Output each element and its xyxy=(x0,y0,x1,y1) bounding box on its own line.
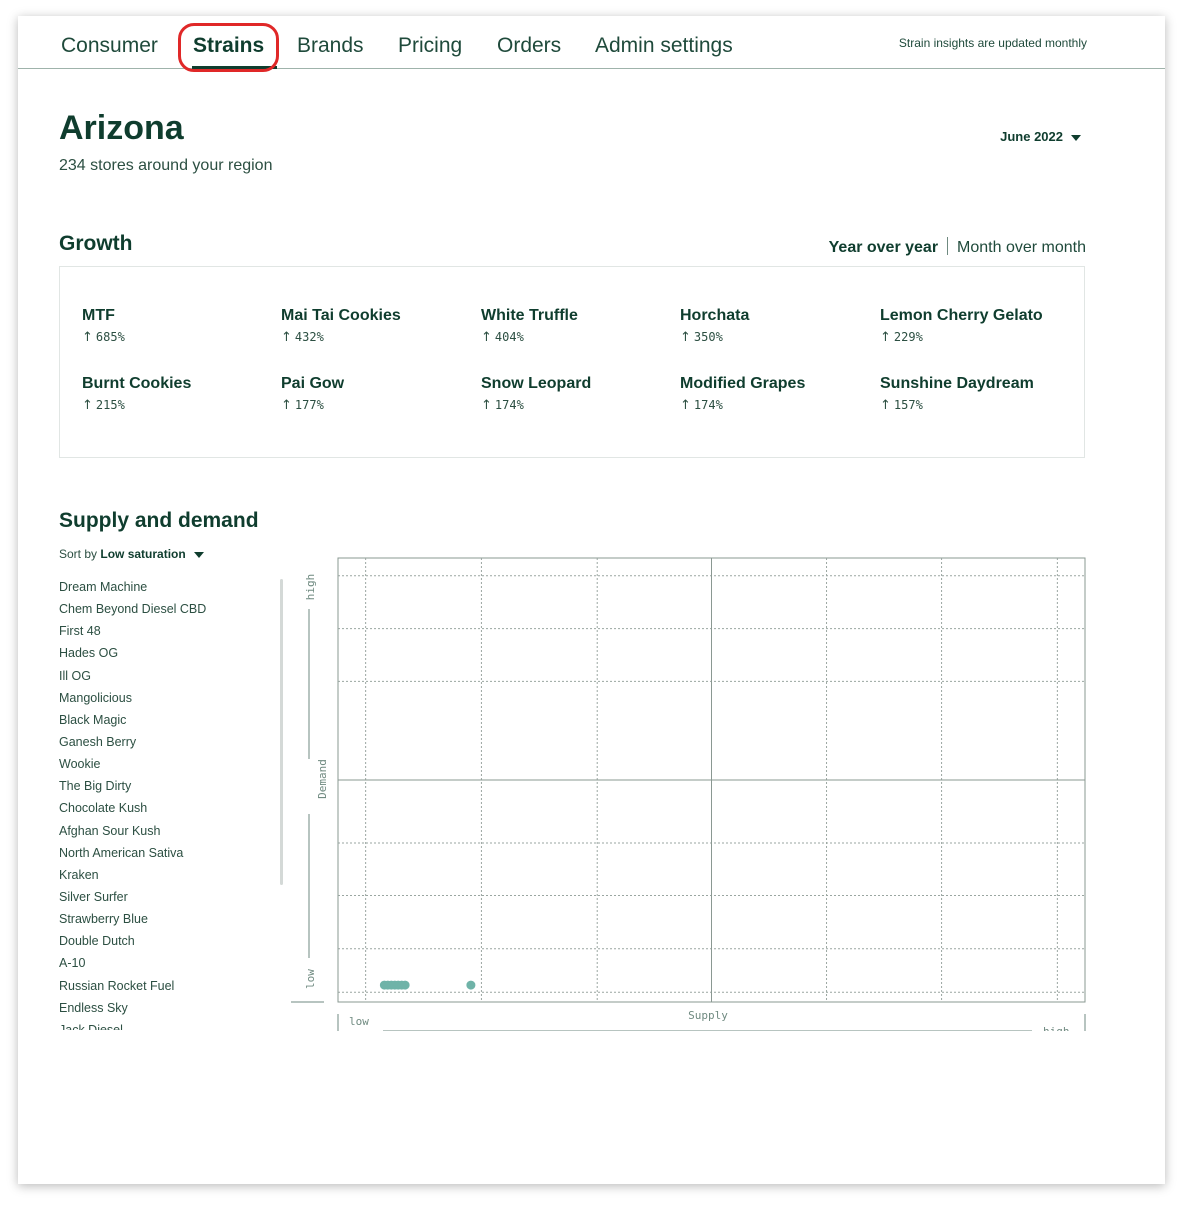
strain-list-item[interactable]: Kraken xyxy=(59,864,274,886)
strain-list: Dream Machine Chem Beyond Diesel CBD First… xyxy=(59,576,274,1030)
growth-percent: ↑ 404% xyxy=(481,330,524,345)
growth-percent: ↑ 432% xyxy=(281,330,324,345)
growth-item[interactable]: Pai Gow ↑ 177% xyxy=(281,375,471,413)
arrow-up-icon: ↑ xyxy=(82,330,93,345)
nav-admin-settings[interactable]: Admin settings xyxy=(595,34,733,58)
arrow-up-icon: ↑ xyxy=(680,330,691,345)
sort-value: Low saturation xyxy=(100,547,186,561)
growth-strain-name: Lemon Cherry Gelato xyxy=(880,307,1043,324)
scatter-point[interactable] xyxy=(400,980,410,990)
update-note: Strain insights are updated monthly xyxy=(898,36,1087,50)
strain-list-item[interactable]: Wookie xyxy=(59,753,274,775)
supply-demand-chart: high Demand low low Supply high xyxy=(291,557,1086,1031)
page-title: Arizona xyxy=(59,109,184,147)
growth-strain-name: Snow Leopard xyxy=(481,375,592,392)
top-nav: Consumer Strains Brands Pricing Orders A… xyxy=(18,16,1165,72)
strain-list-item[interactable]: Strawberry Blue xyxy=(59,908,274,930)
growth-title: Growth xyxy=(59,232,133,255)
arrow-up-icon: ↑ xyxy=(481,398,492,413)
growth-item[interactable]: Mai Tai Cookies ↑ 432% xyxy=(281,307,471,345)
strain-list-item[interactable]: Mangolicious xyxy=(59,687,274,709)
growth-percent: ↑ 174% xyxy=(481,398,524,413)
strain-list-item[interactable]: Chocolate Kush xyxy=(59,797,274,819)
strain-list-item[interactable]: A-10 xyxy=(59,952,274,974)
strain-list-item[interactable]: Chem Beyond Diesel CBD xyxy=(59,598,274,620)
arrow-up-icon: ↑ xyxy=(680,398,691,413)
growth-strain-name: Burnt Cookies xyxy=(82,375,192,392)
growth-item[interactable]: Lemon Cherry Gelato ↑ 229% xyxy=(880,307,1070,345)
x-axis-high-label: high xyxy=(1043,1025,1070,1031)
strain-list-item[interactable]: Ill OG xyxy=(59,665,274,687)
growth-item[interactable]: Horchata ↑ 350% xyxy=(680,307,870,345)
arrow-up-icon: ↑ xyxy=(281,398,292,413)
arrow-up-icon: ↑ xyxy=(82,398,93,413)
strain-list-item[interactable]: Endless Sky xyxy=(59,997,274,1019)
month-select[interactable]: June 2022 xyxy=(1000,129,1081,144)
supply-demand-title: Supply and demand xyxy=(59,509,259,532)
growth-period-toggle: Year over year Month over month xyxy=(829,237,1086,257)
strain-list-item[interactable]: Hades OG xyxy=(59,642,274,664)
sort-label: Sort by xyxy=(59,547,98,561)
strain-list-item[interactable]: Afghan Sour Kush xyxy=(59,820,274,842)
toggle-divider xyxy=(947,237,949,255)
chevron-down-icon xyxy=(1071,134,1081,141)
strain-list-item[interactable]: Jack Diesel xyxy=(59,1019,274,1030)
growth-strain-name: MTF xyxy=(82,307,115,324)
arrow-up-icon: ↑ xyxy=(880,330,891,345)
growth-item[interactable]: Burnt Cookies ↑ 215% xyxy=(82,375,272,413)
toggle-month-over-month[interactable]: Month over month xyxy=(957,239,1086,256)
x-axis-title: Supply xyxy=(688,1009,728,1022)
nav-pricing[interactable]: Pricing xyxy=(398,34,462,58)
growth-percent: ↑ 174% xyxy=(680,398,723,413)
list-scrollbar[interactable] xyxy=(280,579,283,885)
growth-item[interactable]: White Truffle ↑ 404% xyxy=(481,307,671,345)
growth-percent: ↑ 229% xyxy=(880,330,923,345)
growth-percent: ↑ 177% xyxy=(281,398,324,413)
growth-strain-name: White Truffle xyxy=(481,307,578,324)
scatter-point[interactable] xyxy=(466,980,476,990)
nav-consumer[interactable]: Consumer xyxy=(61,34,158,58)
x-axis-low-label: low xyxy=(349,1015,369,1028)
arrow-up-icon: ↑ xyxy=(281,330,292,345)
growth-percent: ↑ 350% xyxy=(680,330,723,345)
growth-strain-name: Pai Gow xyxy=(281,375,345,392)
y-axis-low-label: low xyxy=(304,969,317,989)
nav-brands[interactable]: Brands xyxy=(297,34,364,58)
strain-list-item[interactable]: First 48 xyxy=(59,620,274,642)
growth-percent: ↑ 685% xyxy=(82,330,125,345)
growth-strain-name: Horchata xyxy=(680,307,750,324)
strain-list-item[interactable]: Silver Surfer xyxy=(59,886,274,908)
growth-item[interactable]: Modified Grapes ↑ 174% xyxy=(680,375,870,413)
strain-list-item[interactable]: Double Dutch xyxy=(59,930,274,952)
growth-percent: ↑ 157% xyxy=(880,398,923,413)
growth-item[interactable]: Sunshine Daydream ↑ 157% xyxy=(880,375,1070,413)
app-window: Consumer Strains Brands Pricing Orders A… xyxy=(18,16,1165,1184)
arrow-up-icon: ↑ xyxy=(880,398,891,413)
growth-strain-name: Modified Grapes xyxy=(680,375,806,392)
store-count: 234 stores around your region xyxy=(59,157,273,174)
growth-strain-name: Mai Tai Cookies xyxy=(281,307,401,324)
toggle-year-over-year[interactable]: Year over year xyxy=(829,239,938,256)
strain-list-item[interactable]: North American Sativa xyxy=(59,842,274,864)
y-axis-high-label: high xyxy=(304,574,317,601)
growth-panel: MTF ↑ 685% Mai Tai Cookies ↑ 432% White Tr… xyxy=(59,266,1085,458)
strain-list-item[interactable]: Ganesh Berry xyxy=(59,731,274,753)
y-axis-title: Demand xyxy=(316,759,329,799)
growth-percent: ↑ 215% xyxy=(82,398,125,413)
highlight-annotation xyxy=(178,23,279,72)
nav-orders[interactable]: Orders xyxy=(497,34,561,58)
chevron-down-icon xyxy=(193,551,204,558)
month-select-label: June 2022 xyxy=(1000,129,1063,144)
strain-list-item[interactable]: Black Magic xyxy=(59,709,274,731)
growth-item[interactable]: Snow Leopard ↑ 174% xyxy=(481,375,671,413)
growth-item[interactable]: MTF ↑ 685% xyxy=(82,307,272,345)
arrow-up-icon: ↑ xyxy=(481,330,492,345)
strain-list-item[interactable]: Dream Machine xyxy=(59,576,274,598)
sort-dropdown[interactable]: Sort by Low saturation xyxy=(59,547,204,561)
strain-list-item[interactable]: Russian Rocket Fuel xyxy=(59,975,274,997)
growth-strain-name: Sunshine Daydream xyxy=(880,375,1034,392)
strain-list-item[interactable]: The Big Dirty xyxy=(59,775,274,797)
